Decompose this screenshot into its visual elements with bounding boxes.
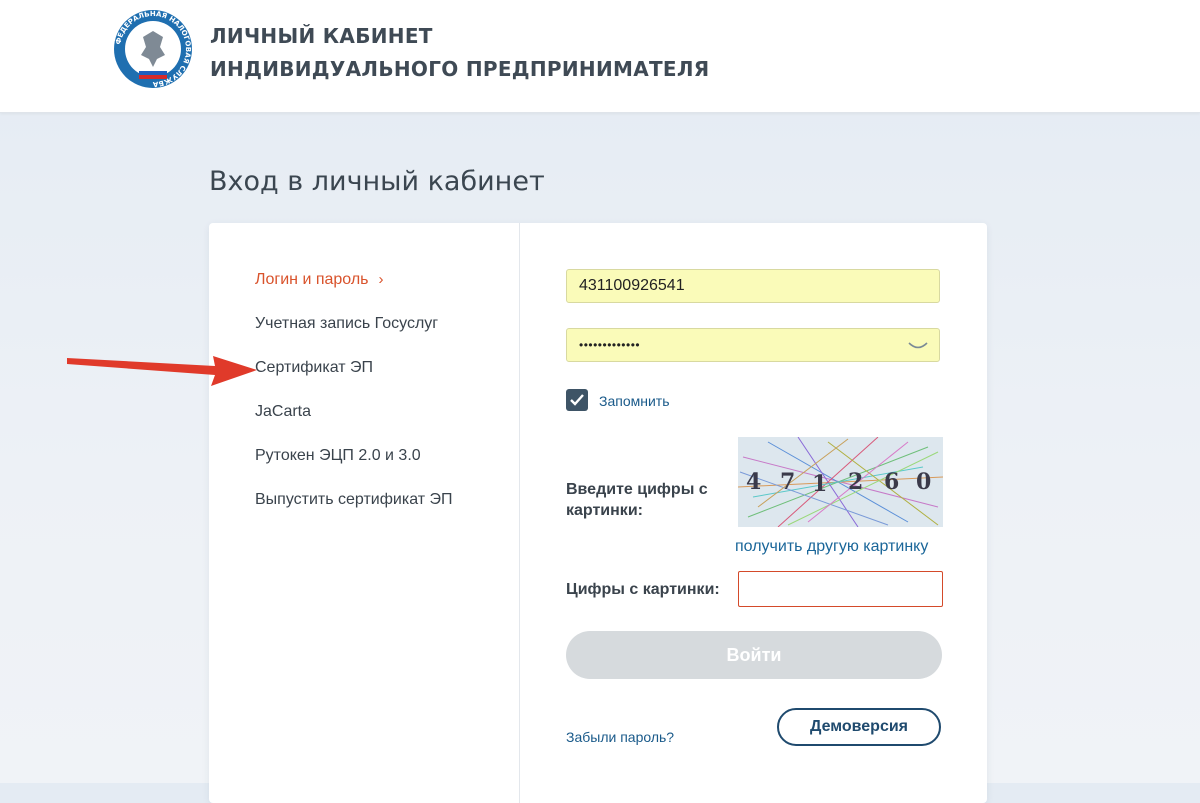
method-label: Сертификат ЭП [255, 359, 374, 376]
captcha-digit: 7 [780, 469, 795, 495]
captcha-refresh-link[interactable]: получить другую картинку [735, 538, 928, 556]
password-value: ••••••••••••• [579, 338, 641, 352]
login-button[interactable]: Войти [566, 631, 942, 679]
method-label: Учетная запись Госуслуг [255, 315, 439, 332]
method-login-password[interactable]: Логин и пароль › [255, 271, 384, 289]
method-certificate[interactable]: Сертификат ЭП [255, 359, 373, 377]
method-label: JaCarta [255, 403, 312, 420]
captcha-prompt: Введите цифры с картинки: [566, 481, 708, 519]
login-card: Логин и пароль › Учетная запись Госуслуг … [209, 223, 987, 803]
demo-button[interactable]: Демоверсия [777, 708, 941, 746]
captcha-digit: 6 [884, 469, 899, 495]
site-title-line1: ЛИЧНЫЙ КАБИНЕТ [210, 24, 433, 48]
fns-emblem-logo[interactable]: ФЕДЕРАЛЬНАЯ НАЛОГОВАЯ СЛУЖБА [113, 9, 193, 89]
method-label: Логин и пароль [255, 271, 369, 288]
site-title-line2: ИНДИВИДУАЛЬНОГО ПРЕДПРИНИМАТЕЛЯ [210, 57, 710, 81]
method-rutoken[interactable]: Рутокен ЭЦП 2.0 и 3.0 [255, 447, 421, 465]
captcha-digits-label: Цифры с картинки: [566, 581, 720, 598]
login-field[interactable]: 431100926541 [566, 269, 940, 303]
chevron-right-icon: › [378, 271, 384, 288]
login-value: 431100926541 [579, 277, 685, 294]
page-title: Вход в личный кабинет [209, 166, 545, 197]
method-label: Выпустить сертификат ЭП [255, 491, 453, 508]
method-label: Рутокен ЭЦП 2.0 и 3.0 [255, 447, 421, 464]
card-divider [519, 223, 520, 803]
captcha-digit: 1 [812, 471, 827, 497]
captcha-digit: 0 [916, 469, 931, 495]
password-field[interactable]: ••••••••••••• [566, 328, 940, 362]
captcha-digits-input[interactable] [738, 571, 943, 607]
remember-label[interactable]: Запомнить [599, 393, 670, 409]
captcha-digit: 2 [848, 469, 863, 495]
captcha-digit: 4 [746, 469, 761, 495]
captcha-image: 4 7 1 2 6 0 [738, 437, 943, 527]
method-jacarta[interactable]: JaCarta [255, 403, 311, 421]
method-gosuslugi[interactable]: Учетная запись Госуслуг [255, 315, 438, 333]
site-title: ЛИЧНЫЙ КАБИНЕТ ИНДИВИДУАЛЬНОГО ПРЕДПРИНИ… [210, 20, 710, 86]
checkmark-icon [570, 394, 584, 406]
red-arrow-annotation [67, 356, 257, 386]
show-password-icon[interactable] [907, 340, 929, 352]
site-header: ФЕДЕРАЛЬНАЯ НАЛОГОВАЯ СЛУЖБА ЛИЧНЫЙ КАБИ… [0, 0, 1200, 113]
forgot-password-link[interactable]: Забыли пароль? [566, 729, 674, 745]
method-issue-certificate[interactable]: Выпустить сертификат ЭП [255, 491, 453, 509]
remember-checkbox[interactable] [566, 389, 588, 411]
